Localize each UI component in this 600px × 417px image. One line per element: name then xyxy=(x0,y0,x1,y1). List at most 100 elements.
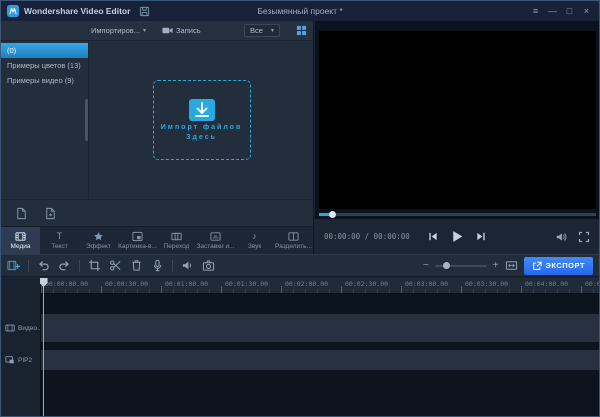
seek-bar[interactable] xyxy=(319,213,596,216)
play-button[interactable] xyxy=(450,229,465,244)
import-dropdown[interactable]: Импортиров... ▾ xyxy=(91,26,146,35)
grid-view-icon[interactable] xyxy=(296,25,307,36)
zoom-slider-handle[interactable] xyxy=(443,262,450,269)
tab-effect[interactable]: Эффект xyxy=(79,227,118,254)
volume-icon[interactable] xyxy=(555,231,567,243)
camera-icon xyxy=(162,25,173,36)
timecode: 00:00:00 / 00:00:00 xyxy=(324,232,410,241)
import-hint-line2: Здесь xyxy=(186,134,217,141)
folder-item[interactable]: Примеры видео (9) xyxy=(1,73,88,88)
music-note-icon: ♪ xyxy=(249,231,260,242)
ruler-label: 00:01:00.00 xyxy=(161,278,221,293)
fullscreen-icon[interactable] xyxy=(578,231,590,243)
next-frame-button[interactable] xyxy=(476,231,487,242)
export-button-label: ЭКСПОРТ xyxy=(546,261,585,270)
maximize-button[interactable]: □ xyxy=(561,1,578,21)
time-ruler[interactable]: 00:00:00.00 00:00:30.00 00:01:00.00 00:0… xyxy=(41,278,599,294)
tab-label: Звук xyxy=(248,243,261,250)
timeline-toolbar: − + ЭКСПОРТ xyxy=(1,254,599,277)
import-hint-line1: Импорт файлов xyxy=(161,124,243,131)
microphone-icon[interactable] xyxy=(151,259,164,272)
import-dropzone-box[interactable]: Импорт файлов Здесь xyxy=(153,80,251,160)
ruler-label: 00:02:30.00 xyxy=(341,278,401,293)
divider xyxy=(79,260,80,272)
zoom-export-group: − + ЭКСПОРТ xyxy=(423,257,593,275)
ruler-label: 00:03:30.00 xyxy=(461,278,521,293)
ruler-label: 00:00:00.00 xyxy=(41,278,101,293)
tab-label: Переход xyxy=(164,243,190,250)
crop-icon[interactable] xyxy=(88,259,101,272)
cut-scissors-icon[interactable] xyxy=(109,259,122,272)
save-icon[interactable] xyxy=(139,6,150,17)
playhead[interactable] xyxy=(43,278,44,416)
titles-icon xyxy=(210,231,221,242)
media-library-panel: Импортиров... ▾ Запись Все ▾ (0) Примеры xyxy=(1,21,314,254)
zoom-in-button[interactable]: + xyxy=(493,260,499,272)
tab-split-screen[interactable]: Разделить... xyxy=(274,227,313,254)
video-track-header[interactable]: Видео... xyxy=(1,314,40,342)
undo-icon[interactable] xyxy=(37,259,50,272)
preview-panel: 00:00:00 / 00:00:00 xyxy=(315,21,599,254)
chevron-down-icon: ▾ xyxy=(271,27,274,34)
tab-label: Медиа xyxy=(11,243,31,250)
folder-scrollbar[interactable] xyxy=(85,41,88,199)
import-dropdown-label: Импортиров... xyxy=(91,26,140,35)
chevron-down-icon: ▾ xyxy=(143,27,146,34)
media-filter-select[interactable]: Все ▾ xyxy=(244,24,280,37)
minimize-button[interactable]: — xyxy=(544,1,561,21)
pip-track[interactable] xyxy=(41,350,599,370)
tab-sound[interactable]: ♪ Звук xyxy=(235,227,274,254)
record-button[interactable]: Запись xyxy=(162,25,201,36)
category-tabs: Медиа T Текст Эффект Картинка-в... xyxy=(1,226,313,254)
previous-frame-button[interactable] xyxy=(428,231,439,242)
video-track[interactable] xyxy=(41,314,599,342)
timeline-zoom-slider[interactable] xyxy=(435,265,487,267)
media-bottombar xyxy=(1,199,313,226)
tab-label: Текст xyxy=(51,243,67,250)
close-button[interactable]: × xyxy=(578,1,595,21)
export-icon xyxy=(532,261,542,271)
scrollbar-handle[interactable] xyxy=(85,99,88,141)
split-screen-icon xyxy=(288,231,299,242)
tab-text[interactable]: T Текст xyxy=(40,227,79,254)
picture-in-picture-icon xyxy=(5,355,15,365)
add-file-icon[interactable] xyxy=(15,207,28,220)
track-headers: Видео... PIP2 xyxy=(1,278,41,416)
divider xyxy=(172,260,173,272)
media-body: (0) Примеры цветов (13) Примеры видео (9… xyxy=(1,41,313,199)
film-icon xyxy=(15,231,26,242)
ruler-label: 00:04:30.00 xyxy=(581,278,599,293)
redo-icon[interactable] xyxy=(58,259,71,272)
tab-media[interactable]: Медиа xyxy=(1,227,40,254)
detach-audio-icon[interactable] xyxy=(181,259,194,272)
picture-in-picture-icon xyxy=(132,231,143,242)
add-to-timeline-icon[interactable] xyxy=(7,259,20,272)
tab-label: Эффект xyxy=(86,243,111,250)
transition-icon xyxy=(171,231,182,242)
snapshot-camera-icon[interactable] xyxy=(202,259,215,272)
import-dropzone[interactable]: Импорт файлов Здесь xyxy=(90,41,313,199)
star-icon xyxy=(93,231,104,242)
track-label: PIP2 xyxy=(18,357,32,364)
titlebar: Wondershare Video Editor Безымянный прое… xyxy=(1,1,599,21)
tab-intro-titles[interactable]: Заставки и... xyxy=(196,227,235,254)
timeline: 00:00:00.00 00:00:30.00 00:01:00.00 00:0… xyxy=(1,278,599,416)
tab-picture-in-picture[interactable]: Картинка-в... xyxy=(118,227,157,254)
delete-trash-icon[interactable] xyxy=(130,259,143,272)
ruler-label: 00:04:00.00 xyxy=(521,278,581,293)
zoom-fit-icon[interactable] xyxy=(505,259,518,272)
tab-label: Разделить... xyxy=(275,243,312,250)
zoom-out-button[interactable]: − xyxy=(423,260,429,272)
divider xyxy=(28,260,29,272)
film-icon xyxy=(5,323,15,333)
text-icon: T xyxy=(54,231,65,242)
tab-transition[interactable]: Переход xyxy=(157,227,196,254)
export-button[interactable]: ЭКСПОРТ xyxy=(524,257,593,275)
pip-track-header[interactable]: PIP2 xyxy=(1,350,40,370)
add-media-file-icon[interactable] xyxy=(44,207,57,220)
folder-item[interactable]: Примеры цветов (13) xyxy=(1,58,88,73)
media-filter-value: Все xyxy=(250,26,263,35)
folder-item[interactable]: (0) xyxy=(1,43,88,58)
menu-icon[interactable]: ≡ xyxy=(527,1,544,21)
seek-handle[interactable] xyxy=(329,211,336,218)
